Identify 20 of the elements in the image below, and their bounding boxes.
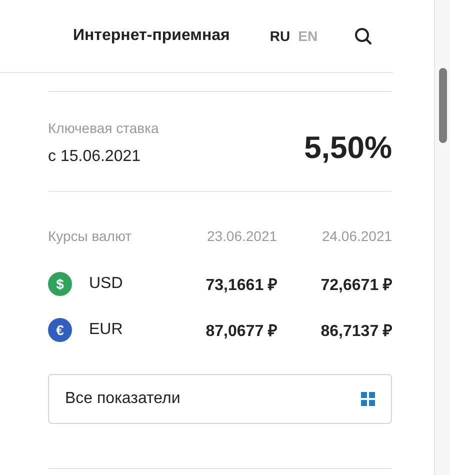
site-link[interactable]: Интернет-приемная: [73, 27, 230, 45]
key-rate-date: с 15.06.2021: [48, 148, 142, 166]
rate-value: 72,6671 ₽: [320, 276, 392, 295]
rate-value: 86,7137 ₽: [320, 322, 392, 341]
currency-icon: $: [48, 272, 72, 296]
date-heading: 24.06.2021: [320, 228, 392, 244]
currency-code: USD: [89, 275, 123, 293]
language-link[interactable]: RU: [270, 28, 290, 44]
currency-code: EUR: [89, 321, 123, 339]
rates-label: Курсы валют: [48, 228, 133, 244]
all-indicators-button[interactable]: Все показатели: [48, 374, 392, 424]
rate-value: 87,0677 ₽: [204, 322, 278, 341]
grid-icon: [361, 392, 376, 406]
search-icon[interactable]: [354, 27, 372, 45]
key-rate-label: Ключевая ставка: [48, 120, 159, 136]
key-rate-value: 5,50%: [304, 130, 392, 166]
currency-icon: €: [48, 318, 72, 342]
date-heading: 23.06.2021: [206, 228, 278, 244]
scrollbar-thumb[interactable]: [438, 68, 447, 143]
rate-value: 73,1661 ₽: [204, 276, 278, 295]
